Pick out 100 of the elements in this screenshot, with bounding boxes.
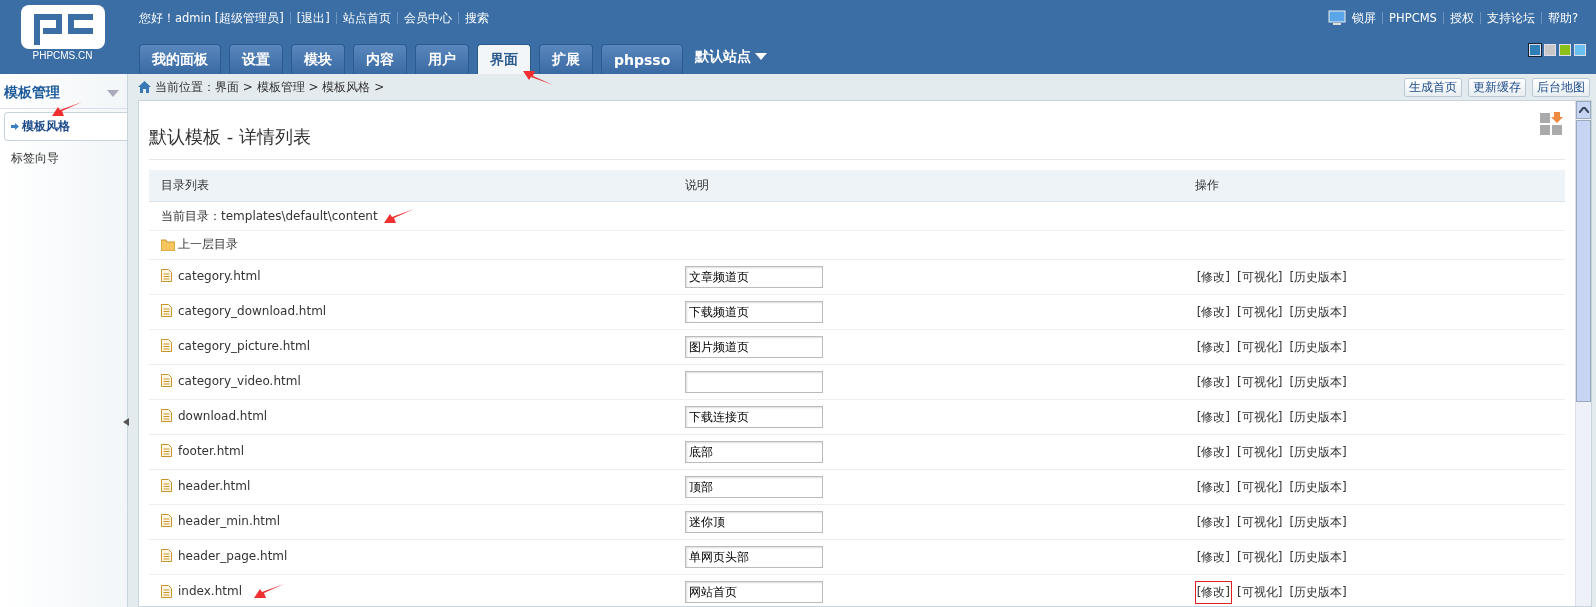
action-link[interactable]: [修改] [1194, 475, 1233, 499]
description-field[interactable]: 下载连接页 [684, 406, 823, 428]
action-link[interactable]: [修改] [1194, 510, 1233, 534]
action-link[interactable]: [可视化] [1235, 405, 1285, 429]
column-header: 操作 [1182, 170, 1565, 202]
file-name: header_min.html [178, 513, 281, 528]
top-link[interactable]: 帮助? [1547, 10, 1578, 26]
file-icon [161, 339, 172, 353]
top-link[interactable]: 搜索 [464, 10, 489, 26]
caret-icon [755, 53, 768, 61]
file-name: index.html [178, 584, 242, 599]
nav-tab[interactable]: 界面 [477, 44, 531, 74]
action-link[interactable]: [历史版本] [1287, 265, 1349, 289]
file-name: category.html [178, 268, 261, 283]
action-link[interactable]: [历史版本] [1287, 335, 1349, 359]
action-link[interactable]: [可视化] [1235, 510, 1285, 534]
layout-toggle-icon[interactable] [1539, 111, 1565, 137]
file-icon [161, 514, 172, 528]
top-link[interactable]: PHPCMS [1389, 11, 1437, 25]
home-icon [138, 81, 151, 93]
action-link[interactable]: [修改] [1194, 405, 1233, 429]
top-link[interactable]: 授权 [1449, 10, 1474, 26]
nav-tab[interactable]: 扩展 [539, 44, 593, 74]
action-link[interactable]: [可视化] [1235, 300, 1285, 324]
annotation-arrow [254, 583, 284, 600]
file-icon [161, 269, 172, 283]
action-link[interactable]: [历史版本] [1287, 510, 1349, 534]
action-link[interactable]: [修改] [1194, 440, 1233, 464]
action-link[interactable]: [可视化] [1235, 370, 1285, 394]
top-link[interactable]: 站点首页 [342, 10, 391, 26]
description-field[interactable]: 图片频道页 [684, 336, 823, 358]
description-field[interactable]: 底部 [684, 441, 823, 463]
action-link[interactable]: [修改] [1194, 580, 1233, 604]
description-field[interactable]: 迷你顶 [684, 511, 823, 533]
nav-tab[interactable]: 内容 [353, 44, 407, 74]
file-icon [161, 479, 172, 493]
top-link[interactable]: [退出] [296, 10, 330, 26]
sidebar-title: 模板管理 [4, 84, 60, 102]
collapse-icon[interactable] [107, 89, 119, 97]
action-link[interactable]: [修改] [1194, 335, 1233, 359]
nav-tab[interactable]: 用户 [415, 44, 469, 74]
description-field[interactable] [684, 371, 823, 393]
description-field[interactable]: 单网页头部 [684, 546, 823, 568]
parent-directory-link[interactable]: 上一层目录 [161, 236, 238, 254]
action-link[interactable]: [历史版本] [1287, 405, 1349, 429]
action-link[interactable]: [可视化] [1235, 580, 1285, 604]
current-directory: 当前目录：templates\default\content [161, 208, 378, 223]
annotation-arrow [52, 101, 82, 117]
theme-swatch[interactable] [1529, 44, 1541, 56]
column-header: 说明 [672, 170, 1183, 202]
theme-swatch[interactable] [1574, 44, 1586, 56]
top-link[interactable]: 您好！admin [超级管理员] [139, 10, 284, 26]
toolbar-button[interactable]: 更新缓存 [1468, 77, 1526, 97]
action-link[interactable]: [历史版本] [1287, 300, 1349, 324]
annotation-arrow [523, 70, 553, 86]
action-link[interactable]: [可视化] [1235, 265, 1285, 289]
file-icon [161, 444, 172, 458]
top-link[interactable]: 会员中心 [403, 10, 452, 26]
action-link[interactable]: [可视化] [1235, 545, 1285, 569]
description-field[interactable]: 顶部 [684, 476, 823, 498]
action-link[interactable]: [历史版本] [1287, 545, 1349, 569]
file-name: header.html [178, 478, 251, 493]
action-link[interactable]: [历史版本] [1287, 580, 1349, 604]
description-field[interactable]: 网站首页 [684, 581, 823, 603]
action-link[interactable]: [历史版本] [1287, 475, 1349, 499]
action-link[interactable]: [历史版本] [1287, 370, 1349, 394]
action-link[interactable]: [可视化] [1235, 475, 1285, 499]
nav-tab[interactable]: 我的面板 [139, 44, 221, 74]
action-link[interactable]: [修改] [1194, 265, 1233, 289]
toolbar-button[interactable]: 生成首页 [1404, 77, 1462, 97]
description-field[interactable]: 下载频道页 [684, 301, 823, 323]
theme-swatch[interactable] [1559, 44, 1571, 56]
file-name: category_picture.html [178, 338, 311, 353]
action-link[interactable]: [修改] [1194, 545, 1233, 569]
file-name: category_download.html [178, 303, 327, 318]
action-link[interactable]: [历史版本] [1287, 440, 1349, 464]
description-field[interactable]: 文章频道页 [684, 266, 823, 288]
action-link[interactable]: [修改] [1194, 300, 1233, 324]
file-name: category_video.html [178, 373, 301, 388]
file-icon [161, 304, 172, 318]
nav-tab[interactable]: 模块 [291, 44, 345, 74]
nav-tab[interactable]: 设置 [229, 44, 283, 74]
nav-tab[interactable]: phpsso [601, 44, 684, 74]
scrollbar[interactable] [1575, 101, 1591, 606]
logo-text: PHPCMS.CN [32, 50, 93, 61]
file-icon [161, 584, 172, 598]
theme-swatch[interactable] [1544, 44, 1556, 56]
action-link[interactable]: [可视化] [1235, 440, 1285, 464]
action-link[interactable]: [可视化] [1235, 335, 1285, 359]
file-icon [161, 374, 172, 388]
monitor-icon [1328, 10, 1347, 26]
scroll-up-icon[interactable] [1578, 107, 1589, 113]
action-link[interactable]: [修改] [1194, 370, 1233, 394]
top-link[interactable]: 支持论坛 [1486, 10, 1535, 26]
sidebar-item[interactable]: 标签向导 [4, 144, 127, 173]
top-link[interactable]: 锁屏 [1352, 10, 1377, 26]
sidebar-item[interactable]: 模板风格 [4, 112, 127, 141]
site-dropdown[interactable]: 默认站点 [691, 48, 772, 74]
toolbar-button[interactable]: 后台地图 [1532, 77, 1590, 97]
breadcrumb: 当前位置：界面 > 模板管理 > 模板风格 > [138, 78, 385, 96]
